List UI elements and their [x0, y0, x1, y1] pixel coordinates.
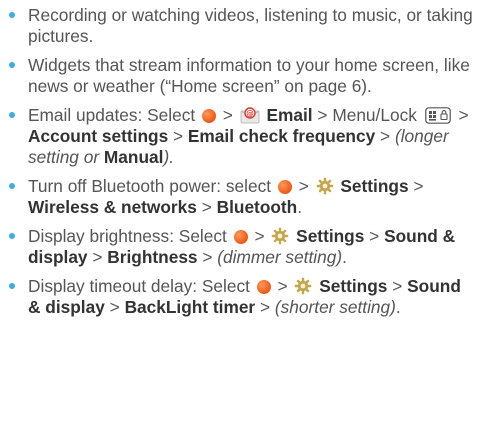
list-item-bluetooth: Turn off Bluetooth power: select > Setti…: [8, 176, 477, 218]
settings-app-label: Settings: [340, 176, 409, 196]
separator: >: [277, 276, 288, 296]
item-prefix: Display timeout delay: Select: [28, 276, 250, 296]
list-item-display-timeout: Display timeout delay: Select > Settings: [8, 276, 477, 318]
document-page: Recording or watching videos, listening …: [0, 0, 489, 423]
separator: >: [458, 105, 469, 125]
gear-icon: [295, 277, 312, 295]
path-backlight-timer: BackLight timer: [124, 297, 256, 317]
item-prefix: Turn off Bluetooth power: select: [28, 176, 272, 196]
separator: >: [369, 226, 380, 246]
menu-key-icon: [424, 107, 451, 124]
separator: >: [201, 197, 212, 217]
bullet-dot: [9, 233, 15, 239]
note-shorter: (shorter setting): [274, 297, 396, 317]
end-punct: .: [342, 247, 347, 267]
launcher-icon: [277, 180, 292, 194]
separator: >: [254, 226, 265, 246]
bullet-dot: [9, 62, 15, 68]
list-item-display-brightness: Display brightness: Select > Settings > …: [8, 226, 477, 268]
separator: >: [222, 105, 233, 125]
note-close: ).: [163, 147, 174, 167]
item-text: Recording or watching videos, listening …: [28, 5, 473, 46]
end-punct: .: [395, 297, 401, 317]
separator: >: [392, 276, 403, 296]
separator: >: [202, 247, 213, 267]
path-brightness: Brightness: [107, 247, 198, 267]
separator: >: [109, 297, 120, 317]
list-item-email-updates: Email updates: Select > @ Email > Menu/L…: [8, 105, 477, 168]
end-punct: .: [297, 197, 303, 217]
svg-text:@: @: [246, 109, 254, 118]
separator: >: [259, 297, 271, 317]
gear-icon: [272, 227, 289, 245]
separator: >: [92, 247, 103, 267]
path-email-check-frequency: Email check frequency: [187, 126, 376, 146]
separator: >: [380, 126, 391, 146]
bullet-dot: [9, 183, 15, 189]
item-prefix: Email updates: Select: [28, 105, 196, 125]
item-prefix: Display brightness: Select: [28, 226, 227, 246]
path-bluetooth: Bluetooth: [216, 197, 298, 217]
note-manual: Manual: [103, 147, 164, 167]
path-wireless-networks: Wireless & networks: [28, 197, 197, 217]
bullet-dot: [9, 112, 15, 118]
bullet-dot: [9, 12, 15, 18]
email-icon: @: [240, 107, 260, 124]
settings-app-label: Settings: [296, 226, 365, 246]
separator: >: [173, 126, 184, 146]
tips-list: Recording or watching videos, listening …: [8, 5, 477, 318]
bullet-dot: [9, 283, 15, 289]
separator: >: [413, 176, 424, 196]
note-dimmer: (dimmer setting): [217, 247, 343, 267]
launcher-icon: [233, 230, 248, 244]
list-item: Recording or watching videos, listening …: [8, 5, 477, 47]
launcher-icon: [256, 280, 271, 294]
separator: > Menu/Lock: [317, 105, 417, 125]
path-account-settings: Account settings: [28, 126, 169, 146]
item-text: Widgets that stream information to your …: [28, 55, 470, 96]
list-item: Widgets that stream information to your …: [8, 55, 477, 97]
email-app-label: Email: [266, 105, 313, 125]
launcher-icon: [201, 109, 216, 123]
settings-app-label: Settings: [319, 276, 388, 296]
gear-icon: [316, 177, 333, 195]
separator: >: [298, 176, 309, 196]
